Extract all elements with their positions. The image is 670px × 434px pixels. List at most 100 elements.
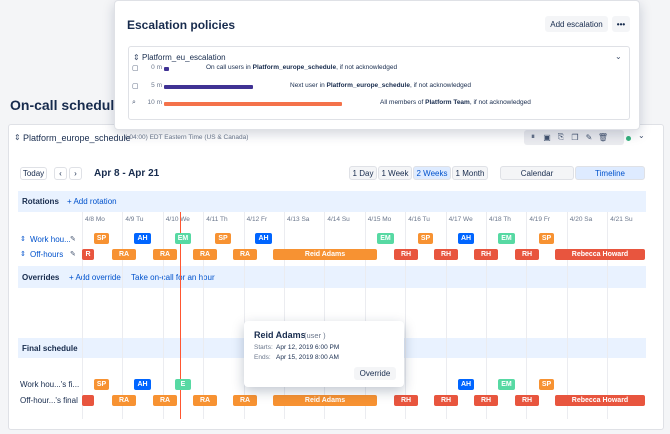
add-rotation-link[interactable]: + Add rotation (67, 197, 117, 206)
day-column-divider (203, 212, 205, 419)
step-delay-bar (164, 102, 342, 106)
shift-chip[interactable]: AH (255, 233, 272, 244)
day-column-divider (566, 212, 568, 419)
copy-icon[interactable]: ❐ (570, 132, 580, 142)
shift-chip[interactable]: RA (153, 249, 177, 260)
shift-chip[interactable]: RH (394, 395, 418, 406)
chevron-down-icon[interactable]: ⌄ (615, 52, 622, 61)
prev-button[interactable]: ‹ (54, 167, 67, 180)
shift-chip[interactable]: SP (94, 379, 109, 390)
step-text: On call users in (206, 64, 253, 71)
shift-chip[interactable]: AH (458, 379, 474, 390)
shift-chip[interactable]: RA (233, 395, 257, 406)
shift-chip[interactable]: AH (134, 233, 151, 244)
next-button[interactable]: › (69, 167, 82, 180)
shift-chip[interactable]: RH (434, 395, 458, 406)
schedule-name[interactable]: Platform_europe_schedule (23, 133, 131, 143)
mode-timeline[interactable]: Timeline (575, 166, 645, 180)
drag-handle-icon[interactable]: ⇕ (20, 235, 26, 243)
shift-chip[interactable]: EM (377, 233, 394, 244)
day-column-divider (486, 212, 487, 419)
shift-chip[interactable]: Rebecca Howard (555, 395, 645, 406)
view-1-day[interactable]: 1 Day (349, 166, 377, 180)
trash-icon[interactable]: 🗑 (598, 132, 608, 142)
schedule-icon: ▢ (132, 83, 139, 90)
row-work-hours[interactable]: Work hou... (30, 235, 71, 244)
shift-chip[interactable]: RA (112, 249, 136, 260)
view-1-week[interactable]: 1 Week (378, 166, 412, 180)
step-text: All members of (380, 99, 426, 106)
final-title: Final schedule (22, 344, 78, 353)
shift-chip[interactable]: RH (394, 249, 418, 260)
pause-icon[interactable]: ⏸ (528, 132, 538, 142)
drag-handle-icon[interactable]: ⇕ (14, 133, 21, 142)
shift-chip[interactable]: SP (215, 233, 231, 244)
tooltip-name: Reid Adams (254, 330, 306, 340)
edit-icon[interactable]: ✎ (70, 235, 76, 243)
shift-chip[interactable]: SP (539, 379, 554, 390)
oncall-title: On-call schedules (10, 97, 130, 113)
shift-chip[interactable]: RH (515, 395, 539, 406)
shift-chip[interactable]: Reid Adams (273, 395, 377, 406)
step-text: , if not acknowledged (336, 64, 398, 71)
shift-chip[interactable]: R (82, 249, 94, 260)
shift-chip[interactable]: SP (94, 233, 109, 244)
shift-chip[interactable]: E (175, 379, 191, 390)
view-1-month[interactable]: 1 Month (452, 166, 488, 180)
tooltip-starts-label: Starts: (254, 344, 273, 351)
shift-chip[interactable]: SP (418, 233, 433, 244)
shift-chip[interactable]: EM (175, 233, 191, 244)
shift-chip[interactable]: AH (458, 233, 474, 244)
day-label: 4/9 Tu (125, 216, 144, 223)
shift-chip[interactable]: RH (515, 249, 539, 260)
shift-chip[interactable]: RA (112, 395, 136, 406)
add-escalation-button[interactable]: Add escalation (545, 16, 608, 32)
calendar-icon[interactable]: ▣ (542, 132, 552, 142)
date-range: Apr 8 - Apr 21 (94, 168, 160, 179)
step-delay-bar (164, 67, 170, 71)
override-button[interactable]: Override (354, 367, 396, 380)
chevron-down-icon[interactable]: ⌄ (638, 131, 645, 140)
shift-chip[interactable]: RA (233, 249, 257, 260)
add-override-link[interactable]: + Add override (69, 273, 121, 282)
shift-chip[interactable]: EM (498, 233, 515, 244)
drag-handle-icon[interactable]: ⇕ (133, 53, 140, 62)
today-button[interactable]: Today (20, 167, 47, 180)
day-column-divider (324, 212, 326, 419)
shift-chip[interactable]: Reid Adams (273, 249, 377, 260)
shift-chip[interactable]: RH (474, 249, 498, 260)
step-target: Platform Team (425, 99, 470, 106)
take-oncall-link[interactable]: Take on-call for an hour (131, 273, 215, 282)
day-label: 4/10 We (165, 216, 190, 223)
shift-chip[interactable]: Rebecca Howard (555, 249, 645, 260)
policy-name[interactable]: Platform_eu_escalation (142, 53, 226, 62)
edit-icon[interactable]: ✎ (70, 250, 76, 258)
drag-handle-icon[interactable]: ⇕ (20, 250, 26, 258)
view-2-weeks[interactable]: 2 Weeks (413, 166, 451, 180)
shift-chip[interactable]: RA (153, 395, 177, 406)
shift-chip[interactable] (82, 395, 94, 406)
day-column-divider (607, 212, 609, 419)
shift-chip[interactable]: RA (193, 249, 217, 260)
schedule-icon: ▢ (132, 65, 139, 72)
rotations-title: Rotations (22, 197, 59, 206)
mode-calendar[interactable]: Calendar (500, 166, 574, 180)
shift-chip[interactable]: RH (474, 395, 498, 406)
export-icon[interactable]: ⎘ (556, 132, 566, 142)
shift-chip[interactable]: EM (498, 379, 515, 390)
day-column-divider (162, 212, 164, 419)
shift-chip[interactable]: RH (434, 249, 458, 260)
day-label: 4/20 Sa (569, 216, 593, 223)
step-delay: 10 m (147, 99, 162, 106)
day-label: 4/21 Su (610, 216, 633, 223)
tooltip-starts: Apr 12, 2019 6:00 PM (276, 344, 340, 351)
step-description: Next user in Platform_europe_schedule, i… (290, 82, 471, 89)
step-description: All members of Platform Team, if not ack… (380, 99, 531, 106)
day-label: 4/17 We (448, 216, 473, 223)
edit-icon[interactable]: ✎ (584, 132, 594, 142)
shift-chip[interactable]: AH (134, 379, 151, 390)
more-icon[interactable]: ••• (612, 16, 630, 32)
shift-chip[interactable]: RA (193, 395, 217, 406)
shift-chip[interactable]: SP (539, 233, 554, 244)
row-off-hours[interactable]: Off-hours (30, 250, 63, 259)
